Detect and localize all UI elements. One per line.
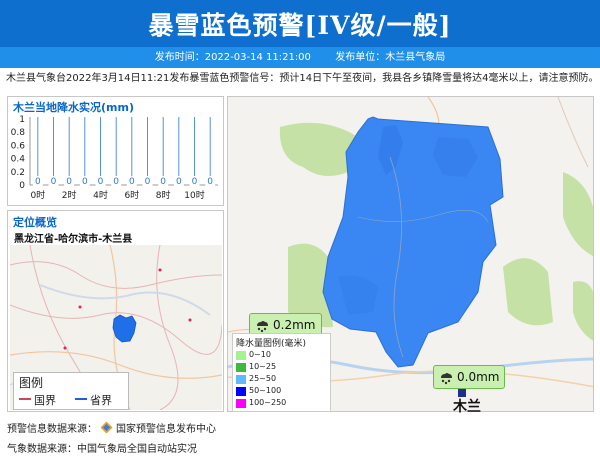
data-label: 0 xyxy=(113,177,119,187)
data-label: 0 xyxy=(35,177,41,187)
page-title: 暴雪蓝色预警[IV级/一般] xyxy=(148,11,452,40)
x-tick-label: 2时 xyxy=(62,189,77,201)
warning-source: 预警信息数据来源： 国家预警信息发布中心 xyxy=(7,420,216,435)
data-label: 0 xyxy=(207,177,213,187)
publish-info-bar: 发布时间：2022-03-14 11:21:00 发布单位：木兰县气象局 xyxy=(0,47,600,68)
data-label: 0 xyxy=(176,177,182,187)
y-tick-label: 0.4 xyxy=(11,155,26,165)
national-border-swatch xyxy=(19,398,31,400)
overview-legend-item: 国界 xyxy=(34,394,56,407)
data-label: 0 xyxy=(98,177,104,187)
x-tick-label: 8时 xyxy=(156,189,171,201)
y-tick-label: 0.8 xyxy=(11,128,26,138)
y-tick-label: 0.6 xyxy=(11,141,26,151)
warning-description: 木兰县气象台2022年3月14日11:21发布暴雪蓝色预警信号：预计14日下午至… xyxy=(6,73,596,84)
y-tick-label: 1 xyxy=(19,115,25,125)
y-tick-label: 0 xyxy=(19,181,25,191)
snow-cloud-icon xyxy=(257,321,268,333)
rain-legend-item: 0~10 xyxy=(236,350,316,361)
x-tick-label: 0时 xyxy=(30,189,45,201)
warning-center-logo-icon xyxy=(100,421,113,434)
location-region: 黑龙江省-哈尔滨市-木兰县 xyxy=(14,234,133,245)
data-label: 0 xyxy=(129,177,135,187)
precipitation-chart-panel: 木兰当地降水实况(mm) 1 0.8 0.6 0.4 0.2 0 0 0 0 0 0 0 0 0 0 0 0 0 0… xyxy=(7,96,224,206)
rain-legend-item: 100~250 xyxy=(236,398,316,409)
x-tick-label: 4时 xyxy=(93,189,108,201)
snow-cloud-icon xyxy=(441,373,452,385)
overview-map[interactable]: 图例 国界 省界 xyxy=(10,245,222,410)
data-label: 0 xyxy=(82,177,88,187)
publisher: 木兰县气象局 xyxy=(385,52,446,63)
publish-time: 2022-03-14 11:21:00 xyxy=(204,52,311,63)
rain-legend: 降水量图例(毫米) 0~10 10~25 25~50 50~100 100~25… xyxy=(232,333,331,412)
data-label: 0 xyxy=(51,177,57,187)
weather-source: 气象数据来源：中国气象局全国自动站实况 xyxy=(7,444,197,455)
x-tick-label: 10时 xyxy=(184,189,204,201)
rain-legend-item: 50~100 xyxy=(236,386,316,397)
overview-legend-item: 省界 xyxy=(90,394,112,407)
location-title: 定位概览 xyxy=(13,216,57,229)
overview-legend-title: 图例 xyxy=(19,376,44,390)
station-rain-bubble[interactable]: 0.0mm xyxy=(433,365,505,389)
rain-legend-item: 25~50 xyxy=(236,374,316,385)
data-label: 0 xyxy=(192,177,198,187)
precipitation-chart: 10.80.60.40.20 0 0 0 0 0 0 0 0 0 0 0 00时 2时 4时 6时 8时 10时 xyxy=(11,115,218,201)
rain-legend-item: 10~25 xyxy=(236,362,316,373)
station-rain-value: 0.0mm xyxy=(457,370,500,384)
location-overview-panel: 定位概览 黑龙江省-哈尔滨市-木兰县 图例 国界 省界 xyxy=(7,210,224,412)
rain-legend-title: 降水量图例(毫米) xyxy=(236,339,307,349)
town-label: 木兰 xyxy=(453,399,481,415)
province-border-swatch xyxy=(75,398,87,400)
overview-legend: 图例 国界 省界 xyxy=(13,372,129,410)
x-tick-label: 6时 xyxy=(124,189,139,201)
publish-time-label: 发布时间： xyxy=(154,52,205,63)
publisher-label: 发布单位： xyxy=(335,52,386,63)
y-tick-label: 0.2 xyxy=(11,168,25,178)
data-label: 0 xyxy=(145,177,151,187)
station-rain-value: 0.2mm xyxy=(273,318,316,332)
data-label: 0 xyxy=(66,177,72,187)
warning-source-name: 国家预警信息发布中心 xyxy=(116,424,216,435)
warning-source-label: 预警信息数据来源： xyxy=(7,424,97,435)
header-banner: 暴雪蓝色预警[IV级/一般] 发布时间：2022-03-14 11:21:00 … xyxy=(0,0,600,68)
data-label: 0 xyxy=(160,177,166,187)
